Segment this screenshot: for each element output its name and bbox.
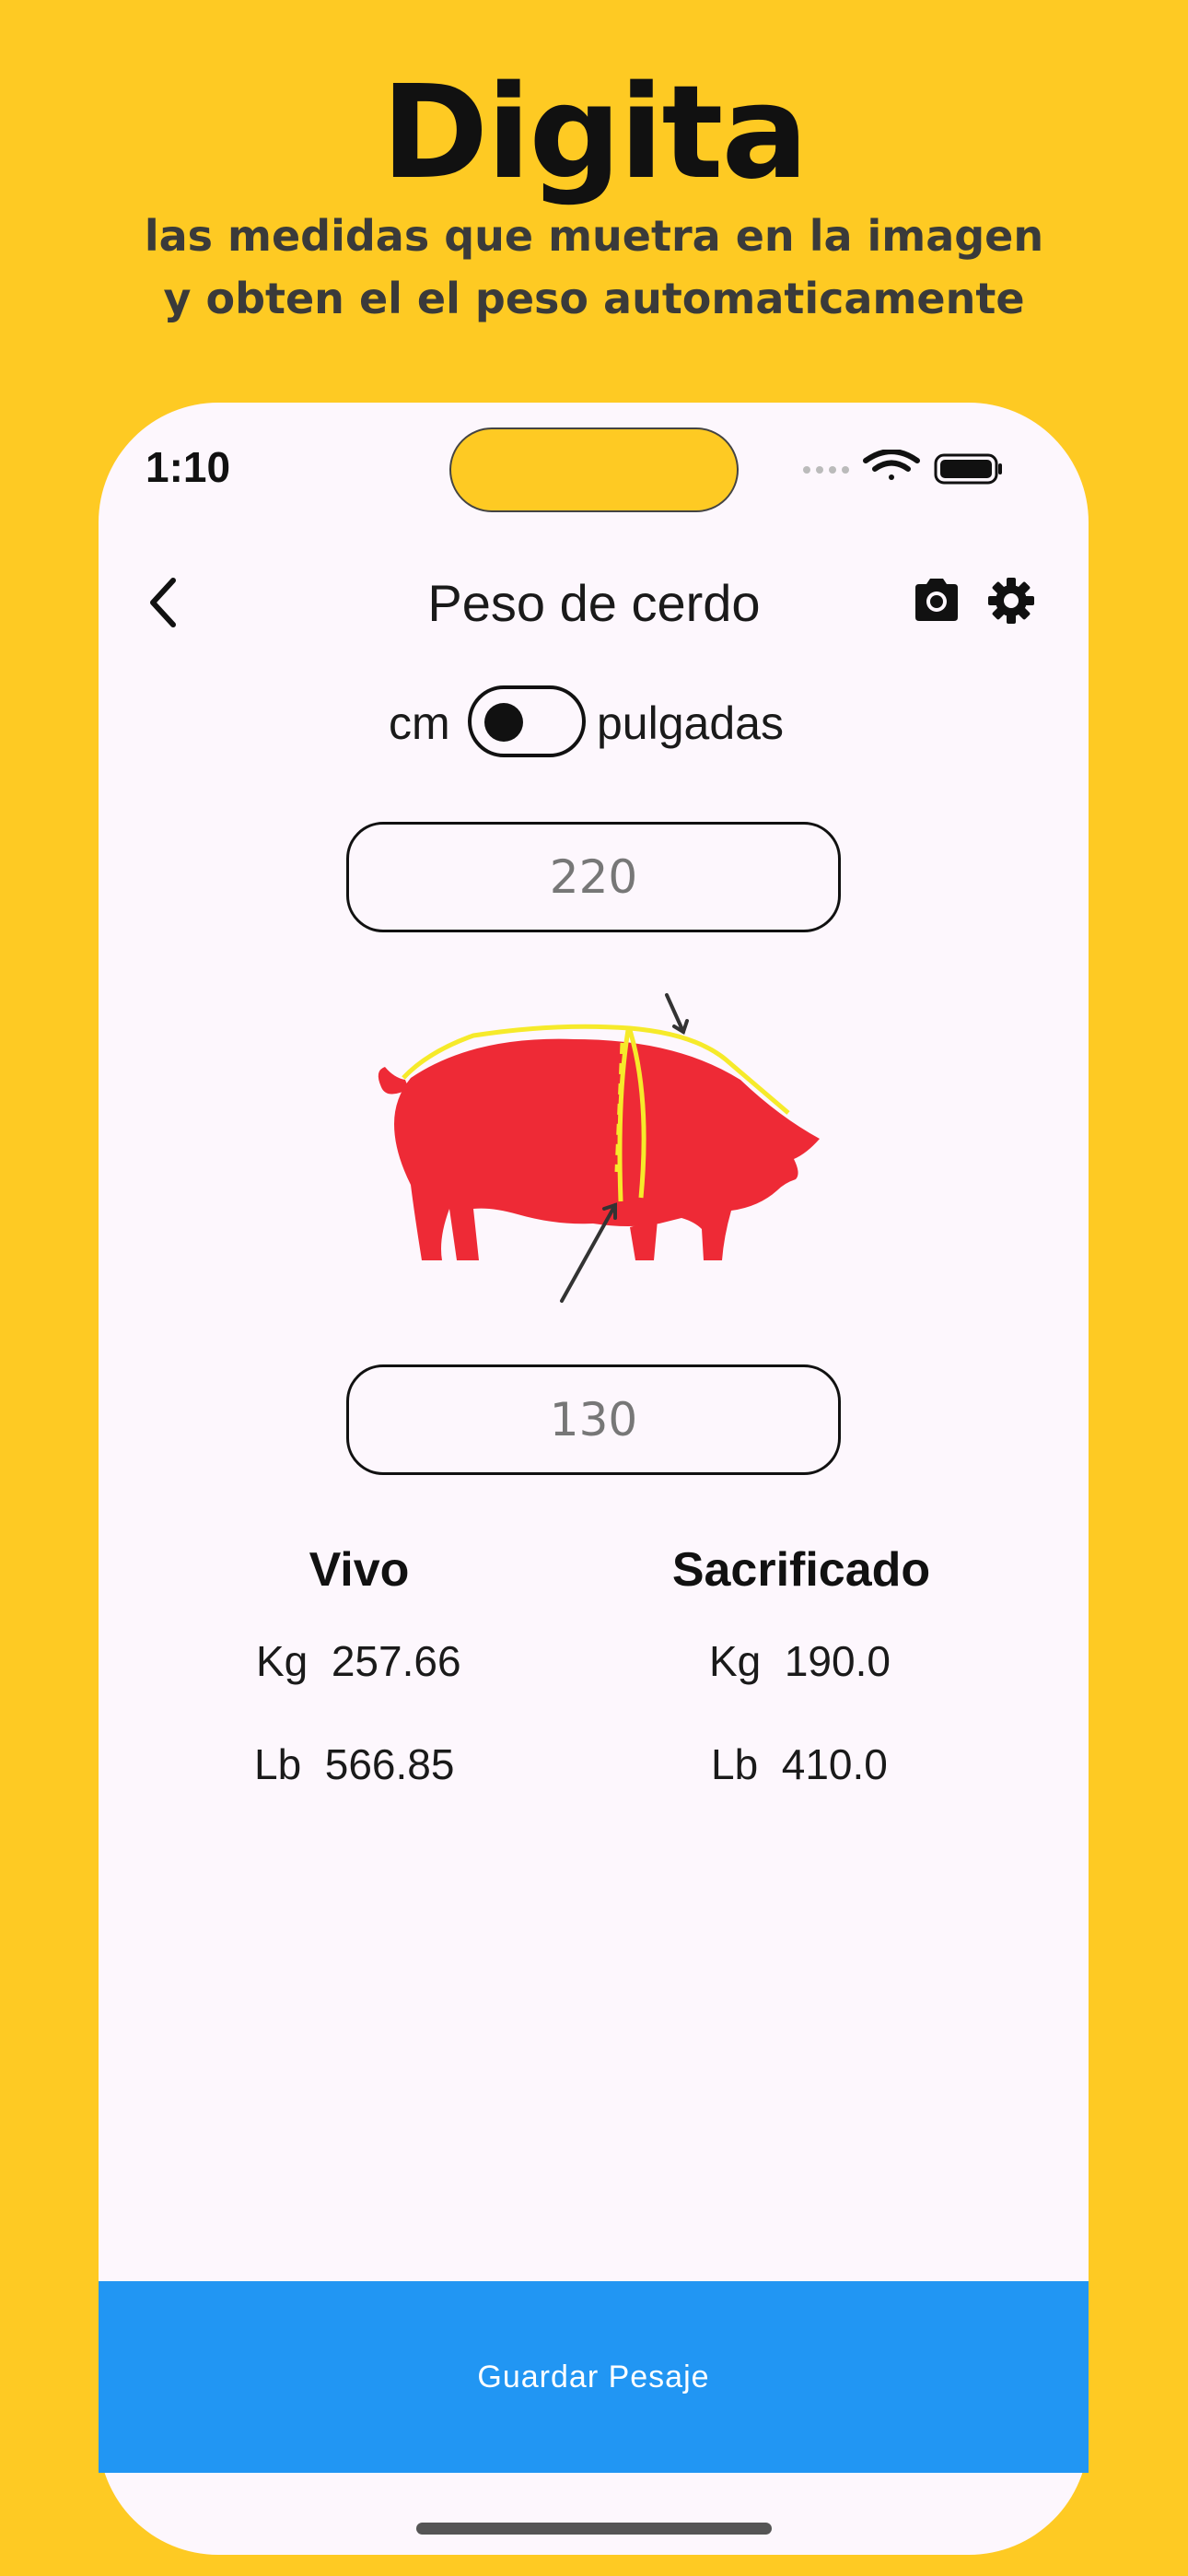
live-lb-label: Lb (254, 1740, 302, 1788)
slaughtered-heading: Sacrificado (671, 1543, 931, 1597)
slaughtered-lb-row: Lb 410.0 (711, 1739, 888, 1789)
dynamic-island (449, 427, 739, 512)
pig-measurement-diagram (378, 993, 820, 1303)
slaughtered-lb-value: 410.0 (781, 1740, 888, 1788)
unit-toggle[interactable] (468, 685, 586, 757)
slaughtered-kg-value: 190.0 (784, 1637, 891, 1685)
live-kg-row: Kg 257.66 (256, 1636, 461, 1686)
wifi-icon (863, 450, 920, 480)
slaughtered-lb-label: Lb (711, 1740, 759, 1788)
home-indicator (416, 2523, 772, 2535)
battery-icon (934, 453, 1002, 485)
girth-input[interactable] (346, 1364, 841, 1475)
live-kg-value: 257.66 (331, 1637, 461, 1685)
status-icons (803, 450, 1002, 485)
live-kg-label: Kg (256, 1637, 309, 1685)
promo-title: Digita (381, 58, 809, 208)
gear-icon[interactable] (987, 577, 1035, 625)
length-input[interactable] (346, 822, 841, 932)
promo-subtitle-line1: las medidas que muetra en la imagen (144, 211, 1044, 261)
slaughtered-kg-row: Kg 190.0 (709, 1636, 891, 1686)
camera-icon[interactable] (912, 577, 961, 623)
live-lb-value: 566.85 (324, 1740, 455, 1788)
status-time: 1:10 (146, 443, 231, 491)
unit-label-cm: cm (389, 697, 450, 749)
live-lb-row: Lb 566.85 (254, 1739, 454, 1789)
unit-label-pulgadas: pulgadas (597, 697, 784, 749)
slaughtered-kg-label: Kg (709, 1637, 762, 1685)
signal-dots-icon (803, 466, 849, 474)
phone-screen (99, 403, 1089, 2555)
toggle-knob (484, 703, 523, 742)
pig-silhouette (378, 1038, 820, 1260)
live-heading: Vivo (309, 1543, 410, 1597)
promo-subtitle-line2: y obten el el peso automaticamente (163, 274, 1025, 323)
save-weighing-button[interactable]: Guardar Pesaje (99, 2281, 1089, 2473)
